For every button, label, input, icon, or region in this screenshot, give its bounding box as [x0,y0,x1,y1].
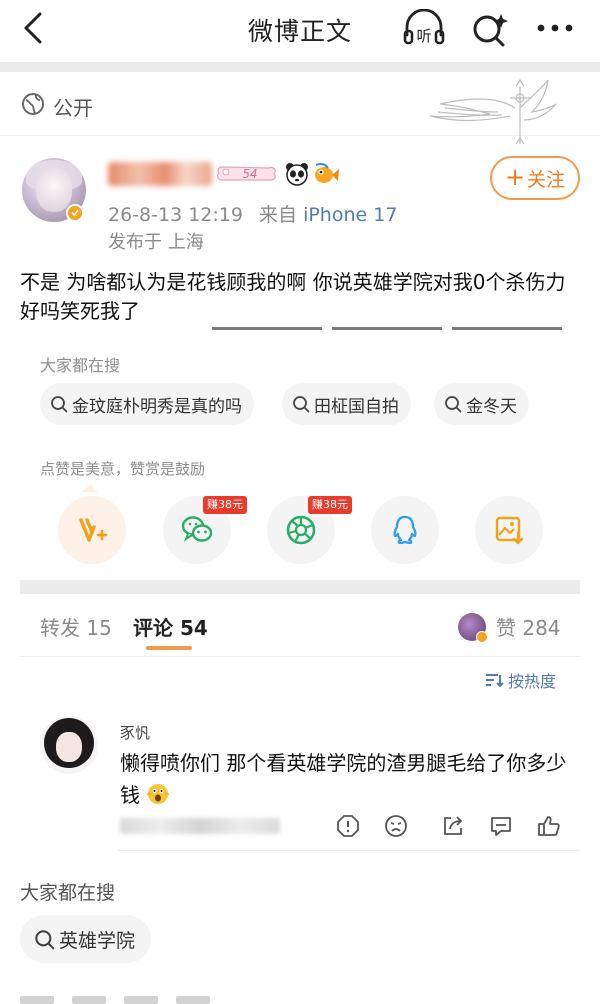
sort-label: 按热度 [508,672,557,691]
save-image-icon [495,516,524,545]
trending-chip[interactable]: 田柾国自拍 [282,383,411,425]
post-meta: 26-8-13 12:19 来自 iPhone 17 [108,200,397,227]
plus-icon: + [504,163,526,191]
image-thumb[interactable] [452,327,562,330]
reply-icon[interactable] [489,814,513,838]
trending-chip-label: 田柾国自拍 [314,396,399,417]
dislike-face-icon[interactable] [384,814,408,838]
reward-button[interactable] [58,496,126,564]
reward-heading: 点赞是美意，赞赏是鼓励 [40,460,206,478]
avatar-face [56,732,82,762]
active-tab-indicator [146,646,192,650]
sort-by-hot-button[interactable]: 按热度 [484,668,556,692]
comment-text: 懒得喷你们 那个看英雄学院的渣男腿毛给了你多少钱 [120,747,570,811]
tooltip-pointer [82,484,98,492]
cropped-text [124,996,158,1004]
commenter-avatar[interactable] [40,716,98,774]
reward-v-icon [79,518,108,542]
sort-icon [486,674,504,688]
panda-icon [286,163,308,186]
search-icon [293,396,310,413]
bottom-trending-heading: 大家都在搜 [20,882,116,904]
cropped-content-row [20,996,240,1004]
svg-text:听: 听 [416,27,431,45]
search-icon[interactable] [470,10,510,48]
comment-divider [118,850,580,851]
report-icon[interactable] [336,814,360,838]
tab-divider [20,656,580,657]
moments-icon [286,515,316,545]
earn-badge: 赚38元 [203,496,247,514]
more-options-icon[interactable] [532,10,578,46]
search-icon [51,396,68,413]
wechat-icon [181,516,213,542]
search-icon [35,929,55,949]
follow-label: 关注 [527,168,566,191]
globe-icon [22,93,44,115]
top-nav-bar: 微博正文 听 [0,0,600,58]
author-name-redacted[interactable] [108,160,212,188]
cropped-text [72,996,106,1004]
avatar-face [36,168,72,212]
image-thumb[interactable] [212,327,322,330]
user-level-badge: 54 [217,166,276,181]
like-thumb-icon[interactable] [537,814,561,838]
header-separator [0,62,600,72]
visibility-label: 公开 [53,96,93,120]
bottom-trending-chip[interactable]: 英雄学院 [20,915,152,963]
post-location: 发布于 上海 [108,232,204,253]
image-thumb[interactable] [332,327,442,330]
qq-icon [393,515,417,545]
commenter-name[interactable]: 豕忛 [120,722,150,743]
trending-chip-label: 金玟庭朴明秀是真的吗 [72,396,242,417]
cropped-text [20,996,54,1004]
scared-face-emoji-icon [146,784,170,804]
page-title: 微博正文 [247,17,352,46]
bottom-trending-chip-label: 英雄学院 [59,929,136,952]
earn-badge: 赚38元 [308,496,352,514]
section-separator [20,580,580,594]
comment-text-body: 懒得喷你们 那个看英雄学院的渣男腿毛给了你多少钱 [120,751,567,807]
save-image-button[interactable] [475,496,543,564]
goldfish-icon [315,163,339,183]
comment-meta-redacted [120,818,280,834]
tab-comment[interactable]: 评论 54 [133,612,208,641]
post-device[interactable]: iPhone 17 [303,204,397,226]
name-blur-mask [108,162,212,186]
trending-chip[interactable]: 金玟庭朴明秀是真的吗 [40,383,254,425]
follow-button[interactable]: + 关注 [490,156,580,200]
image-strip-cropped [212,327,562,330]
post-text: 不是 为啥都认为是花钱顾我的啊 你说英雄学院对我0个杀伤力好吗笑死我了 [20,270,566,323]
search-icon [445,396,462,413]
verified-badge-icon [66,204,84,222]
from-label: 来自 [259,204,298,226]
listen-icon[interactable]: 听 [402,9,446,47]
trending-heading: 大家都在搜 [40,356,121,375]
share-icon[interactable] [441,814,465,838]
wings-cross-decoration-icon [429,78,557,145]
tab-likes[interactable]: 赞 284 [496,612,561,641]
cropped-text [176,996,210,1004]
share-qq-button[interactable] [371,496,439,564]
trending-chip-label: 金冬天 [466,396,517,417]
svg-text:54: 54 [242,167,257,181]
trending-chip[interactable]: 金冬天 [434,383,529,425]
visibility-row: 公开 [0,72,600,145]
liker-avatar [458,613,488,643]
tab-repost[interactable]: 转发 15 [40,612,112,641]
post-time: 26-8-13 12:19 [108,204,243,226]
